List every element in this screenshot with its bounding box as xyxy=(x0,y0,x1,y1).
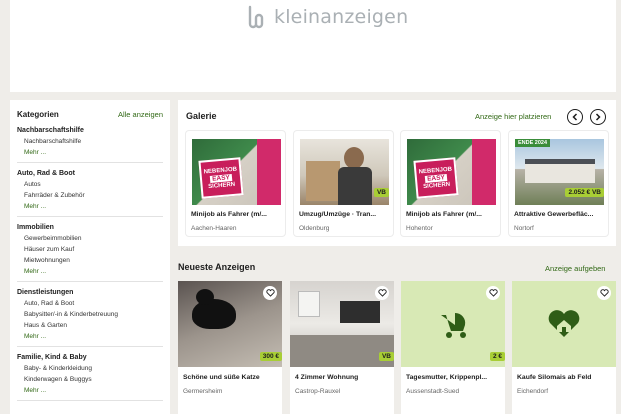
listing-card[interactable]: VB 4 Zimmer Wohnung Castrop-Rauxel xyxy=(290,281,394,414)
gallery-section: Galerie Anzeige hier platzieren NEBENJOB… xyxy=(178,100,616,246)
price-tag: 2.052 € VB xyxy=(565,188,604,197)
category-group: Dienstleistungen Auto, Rad & Boot Babysitt… xyxy=(17,289,163,347)
favorite-button[interactable] xyxy=(486,286,500,300)
listing-title: Schöne und süße Katze xyxy=(183,374,260,381)
gallery-card[interactable]: NEBENJOB EASY SICHERN Minijob als Fahrer… xyxy=(400,130,501,237)
subcategory-link[interactable]: Fahrräder & Zubehör xyxy=(24,190,163,201)
heart-icon xyxy=(265,289,275,297)
price-tag: 2 € xyxy=(489,352,505,361)
subcategory-link[interactable]: Auto, Rad & Boot xyxy=(24,298,163,309)
listing-card[interactable]: Kaufe Silomais ab Feld Eichendorf xyxy=(512,281,616,414)
favorite-button[interactable] xyxy=(263,286,277,300)
listing-location: Germersheim xyxy=(183,388,223,395)
promo-badge: NEBENJOB EASY SICHERN xyxy=(413,157,459,199)
listing-location: Castrop-Rauxel xyxy=(295,388,341,395)
listing-image: NEBENJOB EASY SICHERN xyxy=(407,139,496,205)
post-ad-link[interactable]: Anzeige aufgeben xyxy=(545,264,605,273)
category-title[interactable]: Nachbarschaftshilfe xyxy=(17,127,163,134)
gallery-prev-button[interactable] xyxy=(567,109,583,125)
place-ad-here-link[interactable]: Anzeige hier platzieren xyxy=(475,112,551,121)
category-list: Nachbarschaftshilfe Nachbarschaftshilfe Me… xyxy=(17,127,163,401)
ribbon-label: ENDE 2024 xyxy=(515,139,551,147)
newest-listings-title: Neueste Anzeigen xyxy=(178,262,256,272)
subcategory-link[interactable]: Mietwohnungen xyxy=(24,255,163,266)
listing-location: Oldenburg xyxy=(299,225,330,232)
listing-location: Aachen-Haaren xyxy=(191,225,237,232)
gallery-card[interactable]: ENDE 2024 2.052 € VB Attraktive Gewerbef… xyxy=(508,130,609,237)
favorite-button[interactable] xyxy=(375,286,389,300)
promo-badge: NEBENJOB EASY SICHERN xyxy=(198,157,244,199)
category-group: Nachbarschaftshilfe Nachbarschaftshilfe Me… xyxy=(17,127,163,163)
listing-image: NEBENJOB EASY SICHERN xyxy=(192,139,281,205)
price-tag: VB xyxy=(378,352,394,361)
category-title[interactable]: Auto, Rad & Boot xyxy=(17,170,163,177)
subcategory-link[interactable]: Babysitter/-in & Kinderbetreuung xyxy=(24,309,163,320)
category-more-link[interactable]: Mehr ... xyxy=(24,385,163,396)
chevron-left-icon xyxy=(572,113,578,121)
listing-location: Hohentor xyxy=(406,225,433,232)
listing-image: VB xyxy=(300,139,389,205)
category-group: Auto, Rad & Boot Autos Fahrräder & Zubehör… xyxy=(17,170,163,217)
stroller-icon xyxy=(441,312,466,338)
listing-title: Minijob als Fahrer (m/... xyxy=(191,211,267,218)
listing-card[interactable]: 300 € Schöne und süße Katze Germersheim xyxy=(178,281,282,414)
gallery-card[interactable]: NEBENJOB EASY SICHERN Minijob als Fahrer… xyxy=(185,130,286,237)
subcategory-link[interactable]: Kinderwagen & Buggys xyxy=(24,374,163,385)
heart-house-icon xyxy=(548,310,580,337)
category-more-link[interactable]: Mehr ... xyxy=(24,331,163,342)
heart-icon xyxy=(488,289,498,297)
kleinanzeigen-logo[interactable]: kleinanzeigen xyxy=(246,5,408,29)
listing-location: Eichendorf xyxy=(517,388,549,395)
listing-title: Umzug/Umzüge · Tran... xyxy=(299,211,377,218)
show-all-categories-link[interactable]: Alle anzeigen xyxy=(118,110,163,119)
category-sidebar: Kategorien Alle anzeigen Nachbarschaftsh… xyxy=(10,100,170,414)
price-tag: 300 € xyxy=(259,352,282,361)
listing-card[interactable]: 2 € Tagesmutter, Krippenpl... Aussenstad… xyxy=(401,281,505,414)
heart-icon xyxy=(377,289,387,297)
listing-location: Nortorf xyxy=(514,225,534,232)
favorite-button[interactable] xyxy=(597,286,611,300)
category-title[interactable]: Dienstleistungen xyxy=(17,289,163,296)
listing-title: Tagesmutter, Krippenpl... xyxy=(406,374,488,381)
sidebar-title: Kategorien xyxy=(17,110,59,119)
listing-title: Attraktive Gewerbefläc... xyxy=(514,211,594,218)
subcategory-link[interactable]: Gewerbeimmobilien xyxy=(24,233,163,244)
category-more-link[interactable]: Mehr ... xyxy=(24,201,163,212)
listing-image: ENDE 2024 2.052 € VB xyxy=(515,139,604,205)
subcategory-link[interactable]: Nachbarschaftshilfe xyxy=(24,136,163,147)
category-title[interactable]: Immobilien xyxy=(17,224,163,231)
chevron-right-icon xyxy=(595,113,601,121)
listing-title: 4 Zimmer Wohnung xyxy=(295,374,359,381)
category-more-link[interactable]: Mehr ... xyxy=(24,266,163,277)
listing-title: Kaufe Silomais ab Feld xyxy=(517,374,592,381)
gallery-next-button[interactable] xyxy=(590,109,606,125)
subcategory-link[interactable]: Haus & Garten xyxy=(24,320,163,331)
listing-location: Aussenstadt-Sued xyxy=(406,388,460,395)
heart-icon xyxy=(599,289,609,297)
listing-title: Minijob als Fahrer (m/... xyxy=(406,211,482,218)
gallery-card[interactable]: VB Umzug/Umzüge · Tran... Oldenburg xyxy=(293,130,394,237)
category-group: Immobilien Gewerbeimmobilien Häuser zum Ka… xyxy=(17,224,163,282)
logo-text: kleinanzeigen xyxy=(274,6,409,28)
category-group: Familie, Kind & Baby Baby- & Kinderkleidu… xyxy=(17,354,163,401)
subcategory-link[interactable]: Baby- & Kinderkleidung xyxy=(24,363,163,374)
subcategory-link[interactable]: Autos xyxy=(24,179,163,190)
site-header: kleinanzeigen xyxy=(10,0,616,92)
gallery-title: Galerie xyxy=(186,111,217,121)
logo-icon xyxy=(248,5,264,29)
subcategory-link[interactable]: Häuser zum Kauf xyxy=(24,244,163,255)
category-title[interactable]: Familie, Kind & Baby xyxy=(17,354,163,361)
price-tag: VB xyxy=(373,188,389,197)
category-more-link[interactable]: Mehr ... xyxy=(24,147,163,158)
